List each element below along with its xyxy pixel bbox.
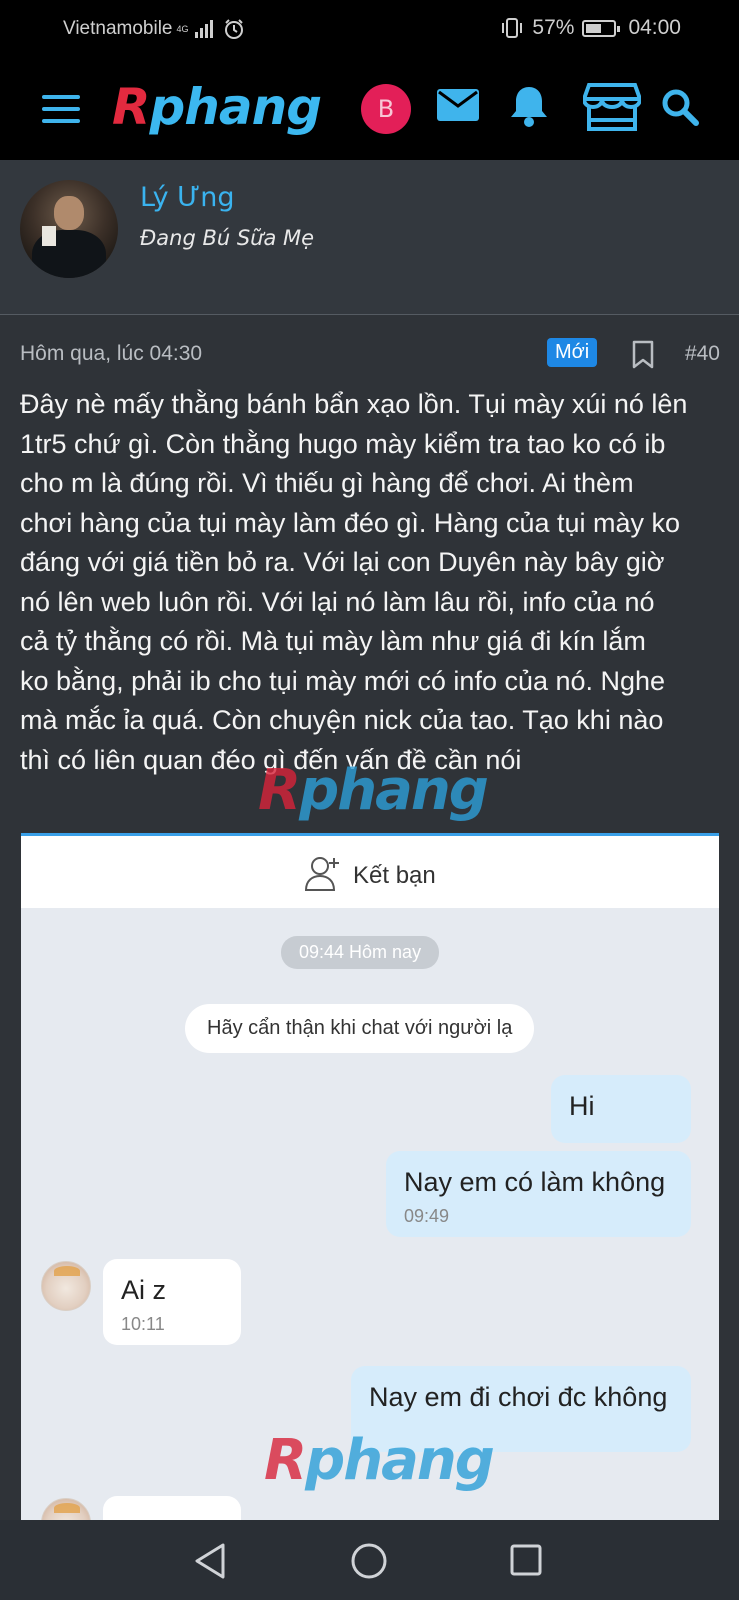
contact-avatar bbox=[41, 1261, 91, 1311]
back-icon[interactable] bbox=[193, 1542, 227, 1580]
time-pill: 09:44 Hôm nay bbox=[281, 936, 440, 969]
message-time: 09:49 bbox=[404, 1206, 450, 1226]
status-left: Vietnamobile 4G bbox=[63, 18, 245, 40]
chat-header: Kết bạn bbox=[21, 836, 719, 908]
store-icon[interactable] bbox=[583, 82, 641, 132]
message-text: Nay em đi chơi đc không bbox=[369, 1382, 668, 1412]
vibrate-icon bbox=[502, 18, 523, 38]
status-right: 57% 04:00 bbox=[500, 16, 681, 40]
post-text-line: mà mắc ỉa quá. Còn chuyện nick của tao. … bbox=[20, 705, 664, 735]
author-name[interactable]: Lý Ưng bbox=[140, 182, 235, 213]
system-nav-bar bbox=[0, 1520, 739, 1600]
add-friend-label: Kết bạn bbox=[353, 862, 436, 889]
site-logo[interactable]: Rphang bbox=[112, 78, 322, 136]
stranger-notice: Hãy cẩn thận khi chat với người lạ bbox=[185, 1004, 535, 1053]
bell-icon[interactable] bbox=[508, 84, 550, 128]
mail-icon[interactable] bbox=[436, 88, 480, 122]
author-title: Đang Bú Sữa Mẹ bbox=[140, 226, 315, 250]
post-text-line: ko bằng, phải ib cho tụi mày mới có info… bbox=[20, 665, 666, 696]
post-text-line: 1tr5 chứ gì. Còn thằng hugo mày kiểm tra… bbox=[20, 428, 666, 459]
message-text: Ai z bbox=[121, 1275, 167, 1305]
message-bubble: Nay em có làm không 09:49 bbox=[386, 1151, 691, 1237]
post-text-line: cho m là đúng rồi. Vì thiếu gì hàng để c… bbox=[20, 468, 634, 498]
battery-icon bbox=[582, 19, 621, 37]
message-bubble: Ai z 10:11 bbox=[103, 1259, 241, 1345]
carrier-name: Vietnamobile bbox=[63, 18, 173, 39]
contact-avatar bbox=[41, 1498, 91, 1520]
post-text-line: thì có liên quan đéo gì đến vấn đề cần n… bbox=[20, 744, 522, 775]
recents-icon[interactable] bbox=[509, 1543, 543, 1577]
message-bubble bbox=[103, 1496, 241, 1520]
message-bubble: Nay em đi chơi đc không bbox=[351, 1366, 691, 1452]
new-badge: Mới bbox=[547, 338, 598, 367]
message-time: 10:11 bbox=[121, 1314, 165, 1334]
post-text-line: đáng với giá tiền bỏ ra. Với lại con Duy… bbox=[20, 547, 665, 577]
post-text-line: chơi hàng của tụi mày làm đéo gì. Hàng c… bbox=[20, 507, 681, 538]
search-icon[interactable] bbox=[661, 88, 699, 126]
bookmark-icon[interactable] bbox=[631, 340, 655, 370]
menu-icon[interactable] bbox=[42, 95, 80, 123]
post-date[interactable]: Hôm qua, lúc 04:30 bbox=[20, 342, 202, 366]
home-icon[interactable] bbox=[350, 1542, 388, 1580]
signal-icon bbox=[194, 20, 213, 38]
status-bar: Vietnamobile 4G 57% 04:00 bbox=[0, 0, 739, 60]
message-text: Hi bbox=[569, 1091, 595, 1121]
post-text-line: cả tỷ thằng có rồi. Mà tụi mày làm như g… bbox=[20, 626, 646, 656]
clock: 04:00 bbox=[628, 16, 681, 39]
add-friend-icon bbox=[304, 857, 339, 891]
post-meta: Hôm qua, lúc 04:30 Mới #40 bbox=[20, 338, 720, 372]
attached-image[interactable]: Kết bạn 09:44 Hôm nay Hãy cẩn thận khi c… bbox=[21, 833, 719, 1520]
battery-percent: 57% bbox=[532, 16, 575, 39]
post-text-line: Đây nè mấy thằng bánh bẩn xạo lồn. Tụi m… bbox=[20, 389, 688, 419]
message-text: Nay em có làm không bbox=[404, 1167, 666, 1197]
author-avatar[interactable] bbox=[20, 180, 118, 278]
post-text-line: nó lên web luôn rồi. Với lại nó làm lâu … bbox=[20, 586, 655, 617]
post-number[interactable]: #40 bbox=[685, 342, 720, 366]
post-author: Lý Ưng Đang Bú Sữa Mẹ bbox=[0, 160, 739, 315]
post-body: Đây nè mấy thằng bánh bẩn xạo lồn. Tụi m… bbox=[20, 385, 725, 780]
app-header: Rphang B bbox=[0, 60, 739, 160]
message-bubble: Hi bbox=[551, 1075, 691, 1143]
alarm-icon bbox=[224, 19, 243, 39]
network-type: 4G bbox=[176, 23, 189, 34]
user-avatar-button[interactable]: B bbox=[361, 84, 411, 134]
